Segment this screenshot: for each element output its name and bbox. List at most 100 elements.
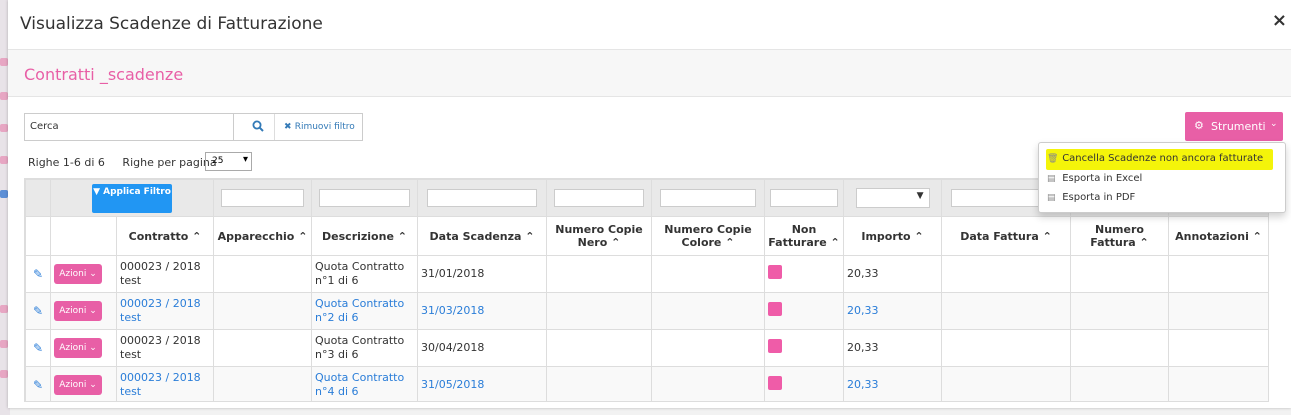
column-header[interactable]: Data Scadenza ⌃: [417, 216, 547, 256]
cell-data-scadenza[interactable]: 31/05/2018: [417, 366, 547, 401]
gears-icon: ⚙: [1194, 119, 1204, 132]
cell-importo[interactable]: 20,33: [843, 366, 942, 401]
close-icon: ✖: [284, 122, 295, 132]
pencil-icon[interactable]: ✎: [29, 267, 43, 281]
cell-data-scadenza: 30/04/2018: [417, 329, 547, 367]
filter-non-fatturare[interactable]: ▼: [855, 188, 930, 208]
column-header[interactable]: Numero Copie Colore ⌃: [651, 216, 765, 256]
cell-contratto[interactable]: 000023 / 2018 test: [116, 366, 214, 401]
search-icon[interactable]: [252, 120, 264, 132]
cell-descrizione: Quota Contratto n°1 di 6: [311, 255, 418, 293]
column-label: Non Fatturare: [768, 223, 827, 249]
table-row: ✎ Azioni ⌄ 000023 / 2018 test Quota Cont…: [25, 329, 1268, 367]
strumenti-button[interactable]: ⚙ Strumenti ⌄: [1185, 112, 1283, 141]
modal-title: Visualizza Scadenze di Fatturazione: [20, 14, 323, 34]
azioni-label: Azioni: [59, 269, 87, 279]
trash-icon: 🗑: [1047, 154, 1059, 164]
rows-count: Righe 1-6 di 6: [28, 156, 105, 169]
table-row: ✎ Azioni ⌄ 000023 / 2018 test Quota Cont…: [25, 255, 1268, 293]
table-row: ✎ Azioni ⌄ 000023 / 2018 test Quota Cont…: [25, 366, 1268, 401]
search-input[interactable]: Cerca: [24, 113, 234, 141]
filter-copie-colore[interactable]: [770, 189, 838, 207]
rows-per-page-value: 25: [212, 156, 224, 166]
pdf-file-icon: ▤: [1047, 193, 1056, 203]
column-header[interactable]: Importo ⌃: [843, 216, 942, 256]
dropdown-item-label: Esporta in Excel: [1062, 173, 1143, 184]
caret-down-icon: ▼: [916, 191, 924, 201]
non-fatturare-checkbox[interactable]: [768, 302, 782, 316]
column-label: Numero Fattura: [1090, 223, 1144, 249]
search-button-group: ✖ Rimuovi filtro: [233, 113, 363, 141]
rows-per-page-select[interactable]: 25 ▾: [205, 152, 252, 171]
dropdown-item-pdf[interactable]: ▤ Esporta in PDF: [1047, 192, 1135, 208]
remove-filter-label: Rimuovi filtro: [294, 122, 355, 132]
cell-descrizione[interactable]: Quota Contratto n°4 di 6: [311, 366, 418, 401]
cell-importo[interactable]: 20,33: [843, 292, 942, 330]
column-label: Annotazioni: [1175, 229, 1249, 243]
column-label: Data Scadenza: [429, 229, 522, 243]
close-icon[interactable]: ×: [1272, 10, 1287, 31]
cell-contratto: 000023 / 2018 test: [116, 329, 214, 367]
header-row: Contratto ⌃ Apparecchio ⌃ Descrizione ⌃ …: [25, 216, 1268, 256]
dropdown-item-excel[interactable]: ▤ Esporta in Excel: [1047, 173, 1142, 189]
non-fatturare-checkbox[interactable]: [768, 339, 782, 353]
azioni-button[interactable]: Azioni ⌄: [54, 301, 102, 321]
column-header[interactable]: Apparecchio ⌃: [213, 216, 312, 256]
column-header[interactable]: Data Fattura ⌃: [941, 216, 1071, 256]
column-header[interactable]: Annotazioni ⌃: [1168, 216, 1268, 256]
column-label: Apparecchio: [217, 229, 295, 243]
cell-contratto: 000023 / 2018 test: [116, 255, 214, 293]
azioni-label: Azioni: [59, 380, 87, 390]
excel-file-icon: ▤: [1047, 174, 1056, 184]
column-header[interactable]: Non Fatturare ⌃: [764, 216, 844, 256]
cell-data-scadenza[interactable]: 31/03/2018: [417, 292, 547, 330]
filter-copie-nero[interactable]: [659, 189, 757, 207]
dropdown-item-label: Cancella Scadenze non ancora fatturate: [1062, 153, 1264, 164]
strumenti-label: Strumenti: [1211, 120, 1266, 133]
cell-descrizione: Quota Contratto n°3 di 6: [311, 329, 418, 367]
table-row: ✎ Azioni ⌄ 000023 / 2018 test Quota Cont…: [25, 292, 1268, 330]
search-input-value: Cerca: [30, 121, 59, 132]
column-label: Descrizione: [322, 229, 394, 243]
filter-contratto[interactable]: [220, 189, 305, 207]
filter-icon: ▼: [93, 186, 104, 197]
rows-per-page-label: Righe per pagina: [122, 156, 217, 169]
pencil-icon[interactable]: ✎: [29, 378, 43, 392]
column-label: Contratto: [128, 229, 189, 243]
cell-data-scadenza: 31/01/2018: [417, 255, 547, 293]
column-label: Importo: [861, 229, 911, 243]
cell-descrizione[interactable]: Quota Contratto n°2 di 6: [311, 292, 418, 330]
strumenti-dropdown: 🗑 Cancella Scadenze non ancora fatturate…: [1038, 142, 1286, 213]
cell-importo: 20,33: [843, 255, 942, 293]
column-header[interactable]: Contratto ⌃: [116, 216, 214, 256]
azioni-label: Azioni: [59, 306, 87, 316]
filter-apparecchio[interactable]: [319, 189, 410, 207]
modal-dialog: Visualizza Scadenze di Fatturazione × Co…: [8, 0, 1291, 408]
cell-importo: 20,33: [843, 329, 942, 367]
pencil-icon[interactable]: ✎: [29, 341, 43, 355]
section-title: Contratti _scadenze: [24, 65, 184, 84]
filter-descrizione[interactable]: [426, 189, 538, 207]
pencil-icon[interactable]: ✎: [29, 304, 43, 318]
column-label: Data Fattura: [960, 229, 1039, 243]
apply-filter-button[interactable]: ▼ Applica Filtro: [92, 183, 172, 213]
section-header: Contratti _scadenze: [8, 50, 1291, 97]
column-label: Numero Copie Colore: [664, 223, 752, 249]
azioni-button[interactable]: Azioni ⌄: [54, 264, 102, 284]
azioni-button[interactable]: Azioni ⌄: [54, 338, 102, 358]
caret-down-icon: ▾: [242, 154, 248, 165]
azioni-button[interactable]: Azioni ⌄: [54, 375, 102, 395]
remove-filter-button[interactable]: ✖ Rimuovi filtro: [284, 122, 355, 132]
chevron-down-icon: ⌄: [1270, 119, 1278, 129]
dropdown-item-cancella[interactable]: 🗑 Cancella Scadenze non ancora fatturate: [1047, 153, 1263, 169]
filter-data-scadenza[interactable]: [554, 189, 644, 207]
rows-info: Righe 1-6 di 6 Righe per pagina: [28, 156, 217, 169]
column-header[interactable]: Numero Fattura ⌃: [1070, 216, 1169, 256]
modal-header: Visualizza Scadenze di Fatturazione ×: [8, 0, 1291, 50]
cell-contratto[interactable]: 000023 / 2018 test: [116, 292, 214, 330]
column-header[interactable]: Descrizione ⌃: [311, 216, 418, 256]
column-header[interactable]: Numero Copie Nero ⌃: [546, 216, 652, 256]
non-fatturare-checkbox[interactable]: [768, 376, 782, 390]
azioni-label: Azioni: [59, 343, 87, 353]
non-fatturare-checkbox[interactable]: [768, 265, 782, 279]
